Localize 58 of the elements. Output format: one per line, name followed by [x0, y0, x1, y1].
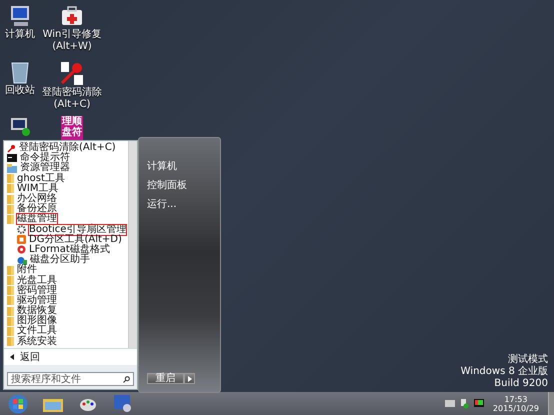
key-icon — [59, 60, 85, 86]
menu-item[interactable]: LFormat磁盘格式 — [29, 244, 110, 255]
desktop-icon-label[interactable]: 登陆密码清除 — [42, 88, 102, 98]
partition-icon — [17, 256, 27, 265]
disk-tool-icon — [17, 235, 26, 244]
disk-format-icon — [17, 245, 26, 254]
menu-item[interactable]: 驱动管理 — [17, 296, 57, 306]
tile-icon[interactable]: 理顺盘符 — [61, 116, 83, 140]
menu-item[interactable]: 登陆密码清除(Alt+C) — [19, 143, 116, 154]
gear-icon — [17, 225, 26, 234]
start-orb-icon[interactable] — [8, 394, 28, 414]
system-info-text: Build 9200 — [494, 378, 548, 390]
back-link[interactable]: 返回 — [20, 350, 40, 364]
menu-item[interactable]: 密码管理 — [17, 286, 57, 296]
computer-icon — [8, 4, 32, 28]
scrollbar[interactable] — [128, 141, 137, 348]
display-icon[interactable] — [474, 399, 484, 408]
system-info-text: Windows 8 企业版 — [460, 366, 548, 378]
desktop-icon-label[interactable]: (Alt+W) — [52, 42, 92, 52]
network-computer-icon — [9, 116, 31, 136]
menu-item[interactable]: ghost工具 — [17, 174, 65, 184]
menu-link[interactable]: 计算机 — [147, 162, 220, 172]
menu-item[interactable]: 光盘工具 — [17, 276, 57, 286]
first-aid-kit-icon — [60, 4, 84, 28]
key-icon — [7, 144, 16, 153]
clock-date: 2015/10/29 — [492, 404, 539, 412]
menu-item[interactable]: 磁盘分区助手 — [30, 255, 90, 266]
menu-item[interactable]: 资源管理器 — [20, 163, 70, 174]
clock-time: 17:53 — [504, 394, 528, 404]
network-icon[interactable] — [460, 398, 469, 408]
caret-icon — [188, 376, 192, 382]
menu-link[interactable]: 运行... — [147, 200, 220, 210]
menu-item[interactable]: 数据恢复 — [17, 306, 57, 316]
options-button[interactable] — [184, 373, 195, 384]
picture-tool-icon[interactable] — [114, 395, 132, 412]
clock[interactable]: 17:53 2015/10/29 — [488, 394, 543, 412]
terminal-icon — [7, 154, 17, 162]
menu-item[interactable]: 文件工具 — [17, 326, 57, 336]
trash-bin-icon — [9, 60, 31, 84]
menu-link[interactable]: 控制面板 — [147, 181, 220, 191]
keyboard-icon[interactable] — [444, 400, 455, 407]
desktop-icon-label[interactable]: Win引导修复 — [42, 30, 102, 40]
menu-item[interactable]: 图形图像 — [17, 316, 57, 326]
desktop-icon-label[interactable]: (Alt+C) — [54, 100, 90, 110]
search-icon — [123, 376, 130, 382]
menu-item[interactable]: 附件 — [17, 265, 37, 276]
folder-icon — [7, 164, 17, 173]
menu-item[interactable]: DG分区工具(Alt+D) — [29, 234, 122, 245]
desktop-icon-label[interactable]: 计算机 — [5, 30, 35, 40]
desktop-icon-label[interactable]: 回收站 — [5, 86, 35, 96]
caret-icon — [10, 354, 14, 360]
restart-button[interactable]: 重启 — [147, 373, 184, 384]
system-info-text: 测试模式 — [508, 354, 548, 366]
menu-item[interactable]: 办公网络 — [17, 194, 57, 204]
menu-item[interactable]: 系统安装 — [17, 336, 57, 347]
menu-item[interactable]: 命令提示符 — [20, 153, 70, 164]
menu-item[interactable]: 备份还原 — [17, 204, 57, 214]
menu-item[interactable]: WIM工具 — [17, 184, 58, 194]
